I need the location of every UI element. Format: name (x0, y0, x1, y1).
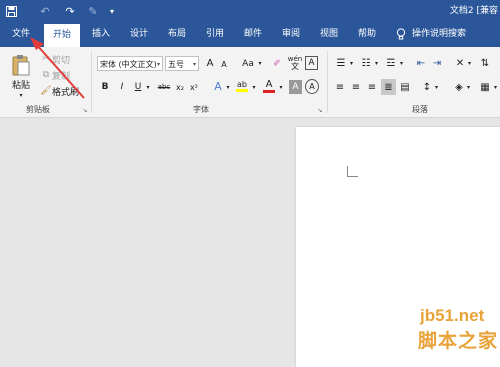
watermark-site: jb51.net (420, 306, 485, 325)
annotation-arrow (30, 37, 85, 99)
watermark-brand: 脚本之家 (418, 331, 499, 352)
